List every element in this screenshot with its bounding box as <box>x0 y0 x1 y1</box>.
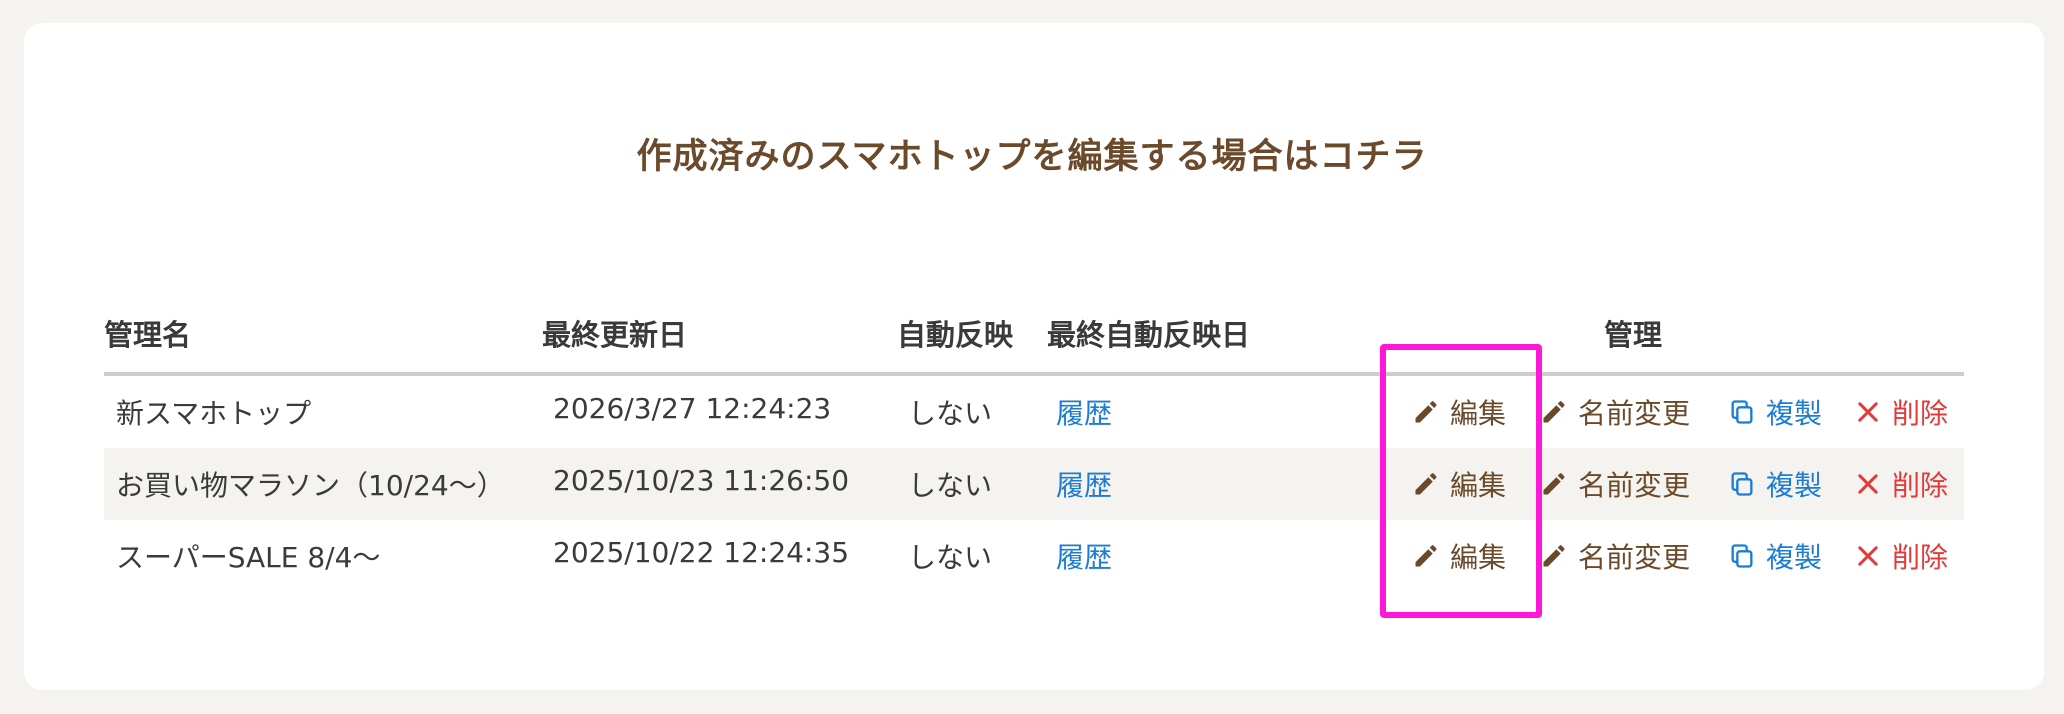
smartphone-top-table: 管理名 最終更新日 自動反映 最終自動反映日 管理 新スマホトップ 2026/3… <box>104 300 1964 592</box>
edit-button[interactable]: 編集 <box>1412 392 1506 432</box>
history-link[interactable]: 履歴 <box>1056 536 1112 576</box>
edit-label: 編集 <box>1450 469 1507 502</box>
history-link[interactable]: 履歴 <box>1056 464 1112 504</box>
column-header-auto: 自動反映 <box>897 318 1014 352</box>
row-name: スーパーSALE 8/4〜 <box>116 541 381 574</box>
delete-button[interactable]: 削除 <box>1854 392 1948 432</box>
edit-button[interactable]: 編集 <box>1412 464 1506 504</box>
copy-label: 複製 <box>1766 541 1823 574</box>
edit-label: 編集 <box>1450 541 1507 574</box>
close-icon <box>1854 470 1882 498</box>
edit-button[interactable]: 編集 <box>1412 536 1506 576</box>
copy-button[interactable]: 複製 <box>1728 464 1822 504</box>
delete-button[interactable]: 削除 <box>1854 464 1948 504</box>
copy-icon <box>1728 470 1756 498</box>
rename-label: 名前変更 <box>1578 469 1691 502</box>
row-auto: しない <box>908 469 993 502</box>
delete-button[interactable]: 削除 <box>1854 536 1948 576</box>
pencil-icon <box>1540 470 1568 498</box>
table-row: スーパーSALE 8/4〜 2025/10/22 12:24:35 しない 履歴… <box>104 520 1964 592</box>
history-link[interactable]: 履歴 <box>1056 392 1112 432</box>
table-row: お買い物マラソン（10/24〜） 2025/10/23 11:26:50 しない… <box>104 448 1964 520</box>
row-updated: 2026/3/27 12:24:23 <box>553 392 832 425</box>
column-header-manage: 管理 <box>1604 318 1663 352</box>
row-updated: 2025/10/22 12:24:35 <box>553 536 850 569</box>
rename-button[interactable]: 名前変更 <box>1540 536 1690 576</box>
copy-icon <box>1728 542 1756 570</box>
delete-label: 削除 <box>1892 397 1949 430</box>
row-auto: しない <box>908 541 993 574</box>
delete-label: 削除 <box>1892 469 1949 502</box>
edit-label: 編集 <box>1450 397 1507 430</box>
column-header-updated: 最終更新日 <box>542 318 688 352</box>
table-header: 管理名 最終更新日 自動反映 最終自動反映日 管理 <box>104 300 1964 376</box>
page-heading: 作成済みのスマホトップを編集する場合はコチラ <box>636 137 1428 177</box>
row-auto: しない <box>908 397 993 430</box>
row-updated: 2025/10/23 11:26:50 <box>553 464 850 497</box>
copy-label: 複製 <box>1766 469 1823 502</box>
close-icon <box>1854 398 1882 426</box>
rename-label: 名前変更 <box>1578 541 1691 574</box>
delete-label: 削除 <box>1892 541 1949 574</box>
pencil-icon <box>1412 542 1440 570</box>
column-header-name: 管理名 <box>104 318 192 352</box>
pencil-icon <box>1540 398 1568 426</box>
copy-button[interactable]: 複製 <box>1728 536 1822 576</box>
rename-label: 名前変更 <box>1578 397 1691 430</box>
row-name: お買い物マラソン（10/24〜） <box>116 469 505 502</box>
copy-label: 複製 <box>1766 397 1823 430</box>
pencil-icon <box>1540 542 1568 570</box>
rename-button[interactable]: 名前変更 <box>1540 392 1690 432</box>
pencil-icon <box>1412 470 1440 498</box>
row-name: 新スマホトップ <box>116 397 312 430</box>
column-header-auto-date: 最終自動反映日 <box>1047 318 1251 352</box>
rename-button[interactable]: 名前変更 <box>1540 464 1690 504</box>
close-icon <box>1854 542 1882 570</box>
copy-icon <box>1728 398 1756 426</box>
pencil-icon <box>1412 398 1440 426</box>
table-row: 新スマホトップ 2026/3/27 12:24:23 しない 履歴 編集 名前変… <box>104 376 1964 448</box>
copy-button[interactable]: 複製 <box>1728 392 1822 432</box>
